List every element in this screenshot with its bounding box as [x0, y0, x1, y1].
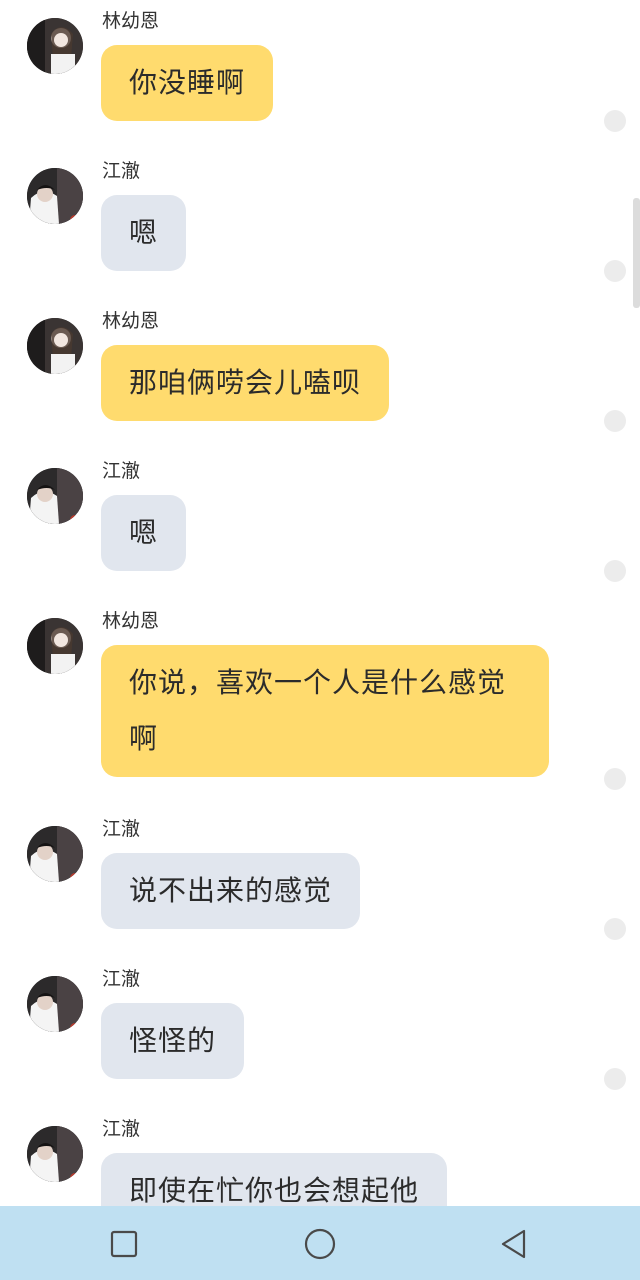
sender-name: 林幼恩: [102, 10, 160, 32]
scrollbar-thumb[interactable]: [633, 198, 640, 308]
message-status-dot: [604, 410, 626, 432]
sender-name: 江澈: [102, 1118, 141, 1140]
avatar-jiang-che[interactable]: [27, 826, 83, 882]
sender-name: 江澈: [102, 460, 141, 482]
avatar-jiang-che[interactable]: [27, 168, 83, 224]
message-bubble[interactable]: 即使在忙你也会想起他: [101, 1153, 448, 1206]
avatar-jiang-che[interactable]: [27, 976, 83, 1032]
chat-screen: 林幼恩 你没睡啊 江澈 嗯 林幼恩 那咱俩唠会儿嗑呗 江澈 嗯 林幼恩 你说，喜…: [0, 0, 640, 1280]
message-status-dot: [604, 260, 626, 282]
sender-name: 江澈: [102, 160, 141, 182]
recents-button[interactable]: [100, 1220, 148, 1268]
circle-icon: [304, 1228, 336, 1260]
avatar-jiang-che[interactable]: [27, 1126, 83, 1182]
message-bubble[interactable]: 嗯: [101, 495, 187, 571]
message-status-dot: [604, 110, 626, 132]
message-bubble[interactable]: 你说，喜欢一个人是什么感觉啊: [101, 645, 549, 777]
avatar-lin-youen[interactable]: [27, 618, 83, 674]
avatar-lin-youen[interactable]: [27, 18, 83, 74]
sender-name: 江澈: [102, 818, 141, 840]
sender-name: 林幼恩: [102, 310, 160, 332]
message-status-dot: [604, 768, 626, 790]
triangle-back-icon: [501, 1229, 526, 1259]
square-icon: [110, 1230, 138, 1258]
home-button[interactable]: [296, 1220, 344, 1268]
message-bubble[interactable]: 怪怪的: [101, 1003, 245, 1079]
message-status-dot: [604, 918, 626, 940]
system-navigation-bar: [0, 1206, 640, 1280]
avatar-jiang-che[interactable]: [27, 468, 83, 524]
message-bubble[interactable]: 你没睡啊: [101, 45, 274, 121]
message-list[interactable]: 林幼恩 你没睡啊 江澈 嗯 林幼恩 那咱俩唠会儿嗑呗 江澈 嗯 林幼恩 你说，喜…: [0, 0, 640, 1206]
sender-name: 林幼恩: [102, 610, 160, 632]
message-bubble[interactable]: 嗯: [101, 195, 187, 271]
sender-name: 江澈: [102, 968, 141, 990]
back-button[interactable]: [490, 1220, 538, 1268]
message-bubble[interactable]: 说不出来的感觉: [101, 853, 361, 929]
message-bubble[interactable]: 那咱俩唠会儿嗑呗: [101, 345, 390, 421]
message-status-dot: [604, 560, 626, 582]
message-status-dot: [604, 1068, 626, 1090]
avatar-lin-youen[interactable]: [27, 318, 83, 374]
